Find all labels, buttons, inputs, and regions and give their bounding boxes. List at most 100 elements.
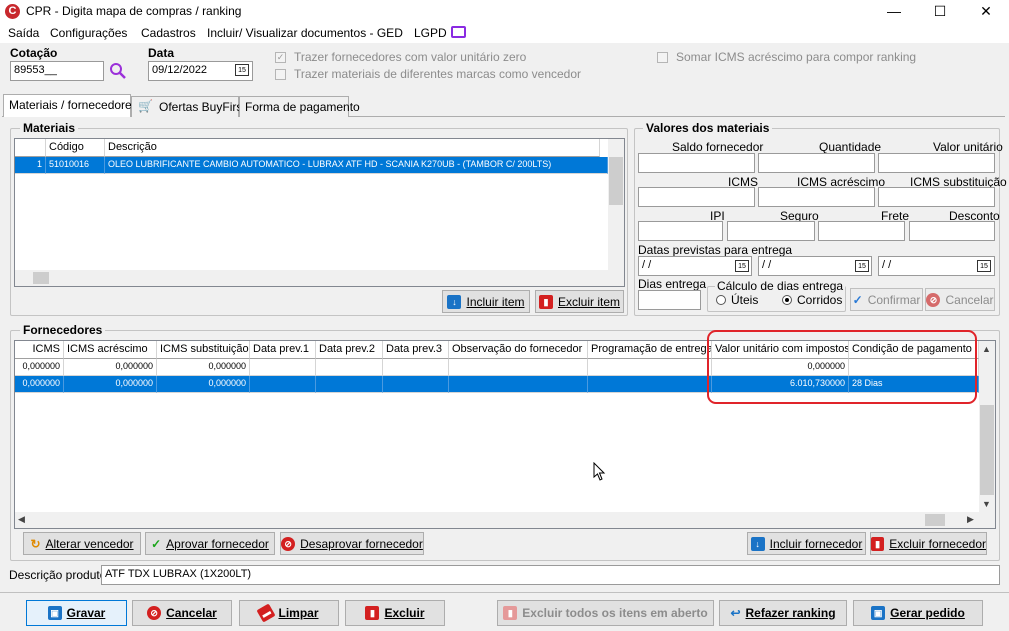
incluir-item-button[interactable]: ↓ Incluir item bbox=[442, 290, 530, 313]
menu-ged[interactable]: Incluir/ Visualizar documentos - GED bbox=[207, 26, 403, 40]
mat-cell-descricao: OLEO LUBRIFICANTE CAMBIO AUTOMATICO - LU… bbox=[105, 157, 608, 174]
quantidade-input[interactable] bbox=[758, 153, 875, 173]
forn-col-observacao[interactable]: Observação do fornecedor bbox=[449, 341, 588, 359]
excluir-fornecedor-button[interactable]: ▮ Excluir fornecedor bbox=[870, 532, 987, 555]
menu-saida[interactable]: Saída bbox=[8, 26, 39, 40]
maximize-button[interactable]: ☐ bbox=[917, 0, 963, 23]
forn-col-icms-acrescimo[interactable]: ICMS acréscimo bbox=[64, 341, 157, 359]
forn-hscroll[interactable]: ◀ ▶ bbox=[15, 512, 995, 528]
calendar-icon[interactable]: 15 bbox=[977, 260, 991, 272]
cancelar-valores-button[interactable]: ⊘ Cancelar bbox=[925, 288, 995, 311]
chk-icms-acrescimo-label: Somar ICMS acréscimo para compor ranking bbox=[676, 50, 917, 64]
excluir-todos-button[interactable]: ▮ Excluir todos os itens em aberto bbox=[497, 600, 714, 626]
menu-configuracoes[interactable]: Configurações bbox=[50, 26, 127, 40]
descricao-produto-input[interactable]: ATF TDX LUBRAX (1X200LT) bbox=[101, 565, 1000, 585]
excluir-button[interactable]: ▮ Excluir bbox=[345, 600, 445, 626]
datas-previstas-label: Datas previstas para entrega bbox=[638, 243, 793, 257]
aprovar-fornecedor-button[interactable]: ✓ Aprovar fornecedor bbox=[145, 532, 275, 555]
mat-vscroll[interactable] bbox=[608, 139, 624, 286]
cotacao-input[interactable]: 89553__ bbox=[10, 61, 104, 81]
calendar-icon[interactable]: 15 bbox=[735, 260, 749, 272]
forn-col-data-prev-3[interactable]: Data prev.3 bbox=[383, 341, 449, 359]
forn-col-data-prev-2[interactable]: Data prev.2 bbox=[316, 341, 383, 359]
window-title: CPR - Digita mapa de compras / ranking bbox=[26, 4, 242, 18]
valor-unitario-label: Valor unitário bbox=[933, 140, 1003, 154]
frete-input[interactable] bbox=[818, 221, 905, 241]
data-label: Data bbox=[148, 46, 175, 60]
chk-marcas[interactable] bbox=[275, 69, 286, 80]
forn-cell-icms-sub: 0,000000 bbox=[157, 359, 250, 376]
mat-col-descricao[interactable]: Descrição bbox=[105, 139, 600, 157]
desaprovar-fornecedor-button[interactable]: ⊘ Desaprovar fornecedor bbox=[280, 532, 424, 555]
mat-hscroll[interactable] bbox=[15, 270, 608, 286]
excluir-item-button[interactable]: ▮ Excluir item bbox=[535, 290, 624, 313]
menu-cadastros[interactable]: Cadastros bbox=[141, 26, 196, 40]
saldo-label: Saldo fornecedor bbox=[672, 140, 764, 154]
calendar-icon[interactable]: 15 bbox=[855, 260, 869, 272]
materiais-grid: Código Descrição 1 51010016 OLEO LUBRIFI… bbox=[14, 138, 625, 287]
mouse-cursor-icon bbox=[593, 462, 606, 481]
incluir-fornecedor-button[interactable]: ↓ Incluir fornecedor bbox=[747, 532, 866, 555]
menu-bar: Saída Configurações Cadastros Incluir/ V… bbox=[0, 23, 1009, 43]
forn-col-programacao[interactable]: Programação de entrega bbox=[588, 341, 712, 359]
forn-cell-icms-acr: 0,000000 bbox=[64, 359, 157, 376]
valores-group-label: Valores dos materiais bbox=[643, 121, 773, 135]
mat-cell-codigo: 51010016 bbox=[46, 157, 105, 174]
trash-icon: ▮ bbox=[503, 606, 518, 620]
cotacao-label: Cotação bbox=[10, 46, 58, 60]
calculo-label: Cálculo de dias entrega bbox=[715, 279, 846, 293]
confirmar-button[interactable]: ✓ Confirmar bbox=[850, 288, 923, 311]
cancelar-button[interactable]: ⊘ Cancelar bbox=[132, 600, 232, 626]
app-logo: C bbox=[5, 4, 20, 19]
chk-icms-acrescimo[interactable] bbox=[657, 52, 668, 63]
check-icon: ✓ bbox=[151, 536, 162, 551]
icms-input[interactable] bbox=[638, 187, 755, 207]
cancel-icon: ⊘ bbox=[147, 606, 162, 620]
forn-col-icms[interactable]: ICMS bbox=[15, 341, 64, 359]
materiais-group-label: Materiais bbox=[20, 121, 79, 135]
menu-lgpd[interactable]: LGPD bbox=[414, 26, 447, 40]
tab-materiais-fornecedores[interactable]: Materiais / fornecedores bbox=[3, 94, 138, 117]
limpar-button[interactable]: ▬ Limpar bbox=[239, 600, 339, 626]
forn-cell-icms-sub: 0,000000 bbox=[157, 376, 250, 393]
radio-corridos[interactable] bbox=[782, 295, 792, 305]
icms-substituicao-input[interactable] bbox=[878, 187, 995, 207]
eraser-icon: ▬ bbox=[256, 603, 277, 623]
tab-forma-pagamento[interactable]: Forma de pagamento bbox=[239, 96, 360, 117]
quantidade-label: Quantidade bbox=[819, 140, 882, 154]
check-icon: ✓ bbox=[852, 292, 863, 307]
chk-valor-zero-label: Trazer fornecedores com valor unitário z… bbox=[294, 50, 527, 64]
search-icon[interactable] bbox=[109, 62, 127, 80]
valor-unitario-input[interactable] bbox=[878, 153, 995, 173]
trash-icon: ▮ bbox=[538, 294, 553, 309]
refazer-ranking-button[interactable]: ↩ Refazer ranking bbox=[719, 600, 847, 626]
mat-col-codigo[interactable]: Código bbox=[46, 139, 105, 157]
download-icon: ↓ bbox=[750, 536, 765, 551]
close-button[interactable]: ✕ bbox=[963, 0, 1009, 23]
save-icon: ▣ bbox=[871, 606, 886, 620]
fornecedores-group-label: Fornecedores bbox=[20, 323, 106, 337]
seguro-input[interactable] bbox=[727, 221, 815, 241]
gravar-button[interactable]: ▣ Gravar bbox=[26, 600, 127, 626]
dias-entrega-input[interactable] bbox=[638, 290, 701, 310]
radio-corridos-label: Corridos bbox=[797, 293, 843, 307]
chk-valor-zero[interactable]: ✓ bbox=[275, 52, 286, 63]
ipi-input[interactable] bbox=[638, 221, 723, 241]
forn-col-icms-substituicao[interactable]: ICMS substituição bbox=[157, 341, 250, 359]
radio-uteis[interactable] bbox=[716, 295, 726, 305]
forn-vscroll[interactable]: ▲ ▼ bbox=[979, 341, 995, 512]
monitor-icon[interactable] bbox=[451, 26, 466, 38]
desconto-input[interactable] bbox=[909, 221, 995, 241]
calendar-icon[interactable]: 15 bbox=[235, 64, 249, 76]
gerar-pedido-button[interactable]: ▣ Gerar pedido bbox=[853, 600, 983, 626]
icms-acrescimo-input[interactable] bbox=[758, 187, 875, 207]
forn-col-data-prev-1[interactable]: Data prev.1 bbox=[250, 341, 316, 359]
saldo-input[interactable] bbox=[638, 153, 755, 173]
highlight-annotation bbox=[707, 330, 977, 404]
download-icon: ↓ bbox=[447, 294, 462, 309]
trash-icon: ▮ bbox=[365, 606, 380, 620]
alterar-vencedor-button[interactable]: ↻ Alterar vencedor bbox=[23, 532, 141, 555]
minimize-button[interactable]: — bbox=[871, 0, 917, 23]
forn-cell-icms-acr: 0,000000 bbox=[64, 376, 157, 393]
forn-cell-icms: 0,000000 bbox=[15, 376, 64, 393]
